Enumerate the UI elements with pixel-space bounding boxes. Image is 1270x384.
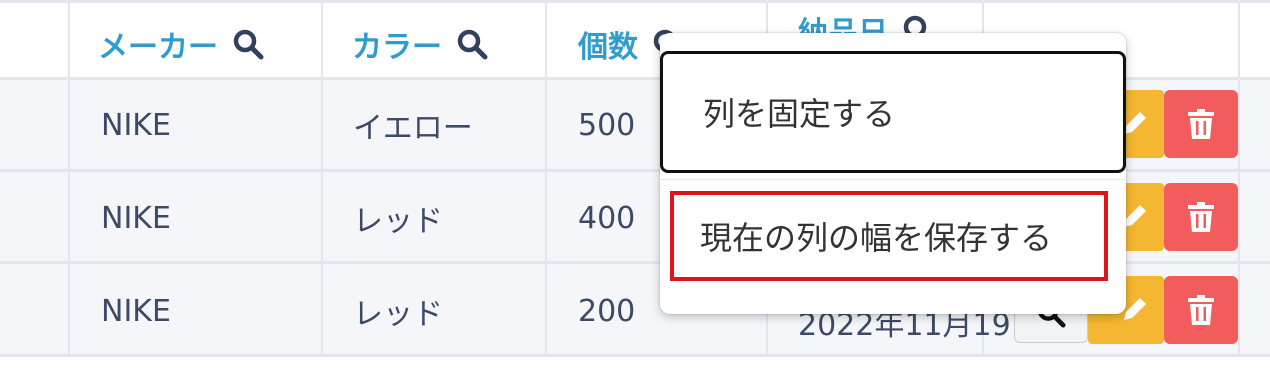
trash-icon <box>1188 109 1214 139</box>
delete-button[interactable] <box>1164 276 1238 344</box>
column-header-maker[interactable]: メーカー <box>98 22 264 66</box>
trash-icon <box>1188 295 1214 325</box>
menu-divider <box>660 179 1126 180</box>
column-header-label: カラー <box>352 30 442 65</box>
column-divider <box>321 0 323 356</box>
column-header-label: 個数 <box>578 30 638 65</box>
cell-maker: NIKE <box>101 107 171 143</box>
search-icon[interactable] <box>456 28 488 60</box>
cell-quantity: 200 <box>578 293 636 329</box>
column-header-label: メーカー <box>98 30 218 65</box>
row-divider <box>0 354 1270 357</box>
menu-item-label: 現在の列の幅を保存する <box>700 219 1053 257</box>
menu-item-label: 列を固定する <box>703 95 896 133</box>
delete-button[interactable] <box>1164 90 1238 158</box>
cell-quantity: 400 <box>578 200 636 236</box>
menu-item-save-column-width[interactable]: 現在の列の幅を保存する <box>670 191 1108 281</box>
menu-item-freeze-column[interactable]: 列を固定する <box>660 51 1126 173</box>
cell-color: レッド <box>353 297 443 332</box>
column-divider <box>68 0 70 356</box>
column-context-menu: 列を固定する 現在の列の幅を保存する <box>660 33 1126 314</box>
trash-icon <box>1188 202 1214 232</box>
cell-color: イエロー <box>353 111 473 146</box>
cell-color: レッド <box>353 204 443 239</box>
cell-maker: NIKE <box>101 293 171 329</box>
cell-quantity: 500 <box>578 107 636 143</box>
row-divider <box>0 0 1270 3</box>
cell-maker: NIKE <box>101 200 171 236</box>
column-divider <box>545 0 547 356</box>
search-icon[interactable] <box>232 28 264 60</box>
column-divider <box>1238 0 1240 356</box>
column-header-color[interactable]: カラー <box>352 22 488 66</box>
delete-button[interactable] <box>1164 183 1238 251</box>
